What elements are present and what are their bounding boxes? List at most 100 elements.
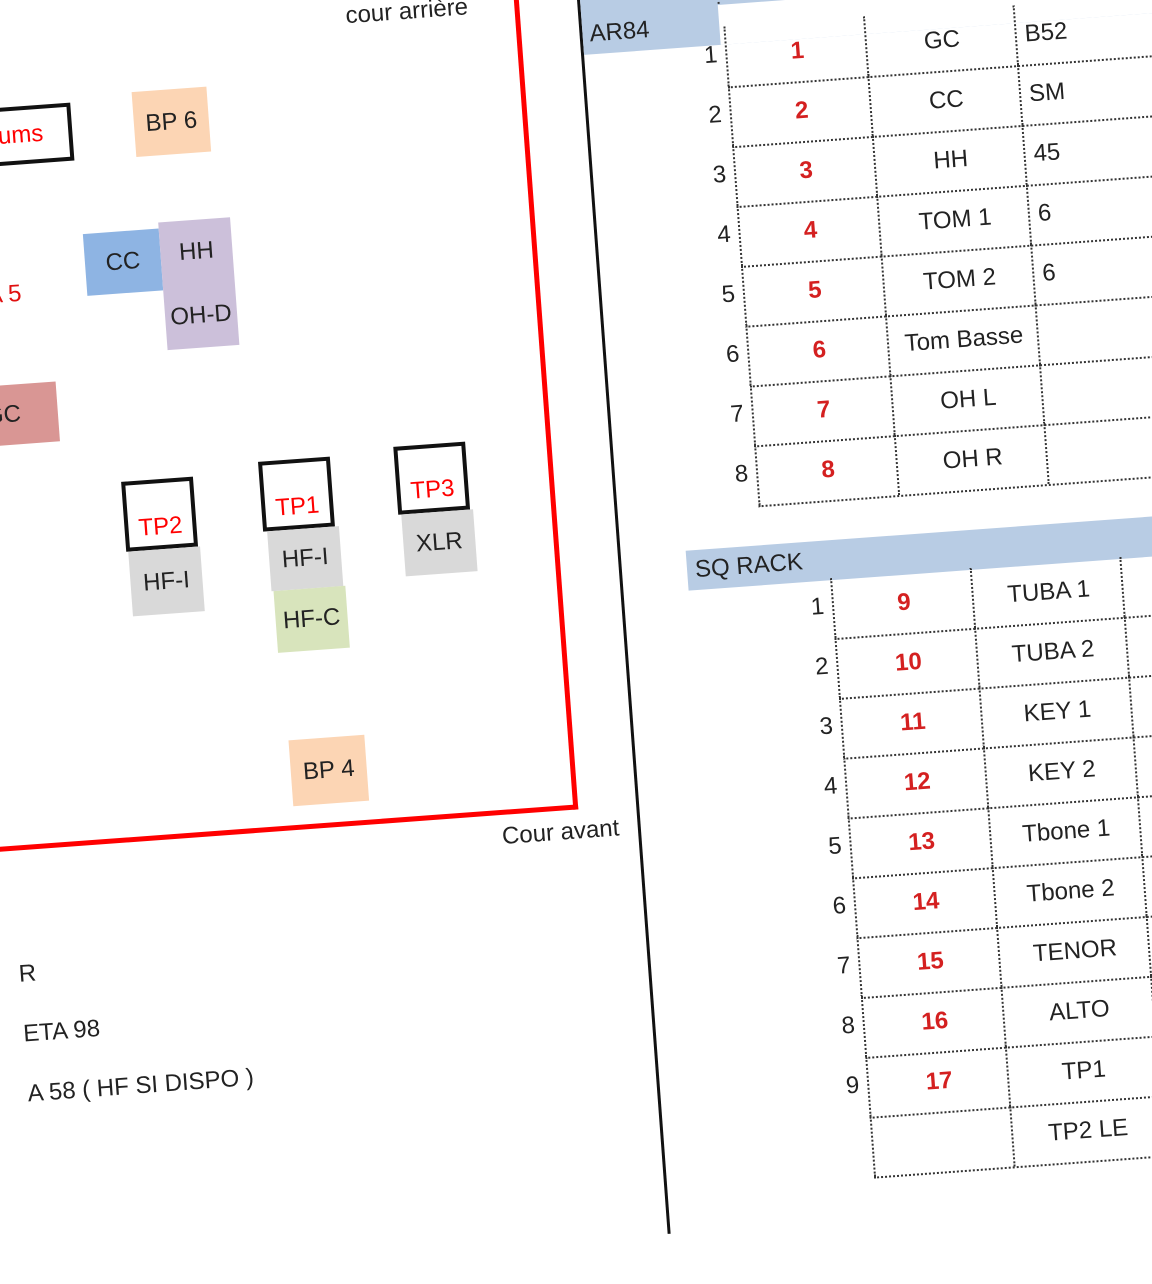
row-index: 2 bbox=[814, 652, 830, 681]
channel-number: 16 bbox=[860, 986, 1007, 1057]
source-name: TUBA 1 bbox=[969, 556, 1126, 628]
ohd-label: OH-D bbox=[169, 299, 233, 331]
row-index: 7 bbox=[729, 400, 745, 429]
stage-front-label: Cour avant bbox=[501, 814, 621, 850]
channel-number: 17 bbox=[865, 1046, 1012, 1117]
channel-number: 11 bbox=[838, 687, 985, 758]
row-index: 8 bbox=[840, 1011, 856, 1040]
row-index: 4 bbox=[716, 220, 732, 249]
mic-model bbox=[1123, 607, 1152, 677]
mic-model: SM bbox=[1016, 55, 1152, 126]
row-index: 5 bbox=[720, 280, 736, 309]
bp6-box: BP 6 bbox=[131, 86, 212, 157]
gc-label: GC bbox=[0, 400, 22, 430]
bp6-label: BP 6 bbox=[144, 105, 199, 137]
mic-model bbox=[1038, 354, 1152, 425]
hfi-mid-box: HF-I bbox=[267, 526, 344, 592]
source-name: TOM 2 bbox=[880, 244, 1037, 316]
source-name: KEY 1 bbox=[978, 676, 1135, 748]
row-index: 4 bbox=[822, 772, 839, 801]
mic-model: 45 bbox=[1021, 115, 1152, 185]
source-name: Tbone 2 bbox=[991, 856, 1148, 928]
xlr-box: XLR bbox=[401, 509, 478, 577]
channel-number: 14 bbox=[852, 867, 999, 938]
hfi-mid-label: HF-I bbox=[280, 542, 330, 574]
tp2-box: TP2 bbox=[121, 476, 199, 552]
channel-number: 7 bbox=[749, 375, 896, 446]
channel-number: 12 bbox=[843, 747, 990, 818]
cc-label: CC bbox=[104, 246, 142, 277]
row-index bbox=[823, 1131, 863, 1134]
row-index: 9 bbox=[844, 1071, 861, 1100]
channel-number: 5 bbox=[740, 255, 887, 326]
row-index: 8 bbox=[733, 460, 750, 488]
source-name: Tbone 1 bbox=[987, 796, 1144, 868]
legend-line-1: R bbox=[17, 959, 38, 988]
channel-number: 3 bbox=[732, 135, 879, 207]
tp1-box: TP1 bbox=[258, 456, 335, 532]
drums-box: drums bbox=[0, 102, 75, 170]
hfc-label: HF-C bbox=[282, 603, 342, 635]
legend-line-2: ETA 98 bbox=[22, 1014, 101, 1048]
source-name: TUBA 2 bbox=[974, 616, 1131, 688]
row-index: 3 bbox=[818, 712, 834, 741]
row-index: 7 bbox=[836, 951, 852, 980]
source-name: TOM 1 bbox=[876, 184, 1033, 256]
row-index: 1 bbox=[703, 41, 719, 70]
mic-model: 6 bbox=[1030, 235, 1152, 305]
channel-number: 4 bbox=[736, 195, 883, 266]
mic-model bbox=[1034, 295, 1152, 365]
hfi-left-label: HF-I bbox=[142, 565, 191, 597]
bp4-box: BP 4 bbox=[288, 734, 370, 807]
row-index: 5 bbox=[827, 832, 843, 861]
channel-number bbox=[869, 1106, 1016, 1177]
mic-model bbox=[1132, 727, 1152, 797]
source-name: OH L bbox=[889, 364, 1046, 436]
mic-model: B52 bbox=[1012, 0, 1147, 66]
source-name: OH R bbox=[893, 424, 1050, 496]
legend-line-3: A 58 ( HF SI DISPO ) bbox=[26, 1063, 255, 1108]
mic-model bbox=[1128, 667, 1152, 737]
drums-label: drums bbox=[0, 119, 45, 152]
mic-model bbox=[1043, 414, 1152, 485]
source-name: GC bbox=[862, 5, 1019, 77]
tp3-box: TP3 bbox=[393, 441, 471, 515]
column-divider bbox=[570, 0, 671, 1234]
channel-number: 1 bbox=[723, 16, 870, 87]
source-name: TENOR bbox=[996, 915, 1152, 987]
tp1-label: TP1 bbox=[274, 491, 321, 522]
row-index: 1 bbox=[809, 592, 826, 621]
hh-ohd-box: HH OH-D bbox=[158, 217, 240, 351]
row-index: 2 bbox=[707, 100, 723, 129]
channel-number: 13 bbox=[847, 807, 994, 878]
cc-box: CC bbox=[82, 228, 164, 296]
tp2-label: TP2 bbox=[137, 511, 184, 542]
row-index: 6 bbox=[725, 340, 741, 369]
xlr-label: XLR bbox=[415, 527, 464, 558]
channel-number: 8 bbox=[754, 435, 901, 506]
tp3-label: TP3 bbox=[409, 474, 456, 505]
ar84-title: AR84 bbox=[588, 16, 651, 48]
a5-label: A 5 bbox=[0, 279, 23, 310]
source-name: CC bbox=[867, 65, 1024, 137]
source-name: Tom Basse bbox=[884, 304, 1041, 376]
channel-number: 15 bbox=[856, 926, 1003, 998]
stage-outline bbox=[0, 0, 579, 855]
hh-label: HH bbox=[178, 236, 215, 267]
source-name: TP1 bbox=[1004, 1035, 1152, 1107]
row-index: 6 bbox=[831, 892, 848, 920]
hfi-left-box: HF-I bbox=[128, 546, 205, 617]
hfc-box: HF-C bbox=[273, 585, 350, 653]
source-name: ALTO bbox=[1000, 975, 1152, 1047]
mic-model bbox=[1119, 547, 1152, 617]
channel-number: 9 bbox=[830, 567, 977, 639]
bp4-label: BP 4 bbox=[302, 754, 356, 786]
source-name: TP2 LE bbox=[1009, 1095, 1152, 1167]
channel-number: 6 bbox=[745, 315, 892, 386]
source-name: HH bbox=[871, 124, 1028, 196]
channel-number: 2 bbox=[727, 76, 874, 147]
row-index: 3 bbox=[711, 160, 728, 189]
source-name: KEY 2 bbox=[982, 736, 1139, 808]
spreadsheet-page: cour arrière Cour avant drums A 5 GC BP … bbox=[0, 0, 1152, 1234]
gc-box: GC bbox=[0, 381, 60, 450]
